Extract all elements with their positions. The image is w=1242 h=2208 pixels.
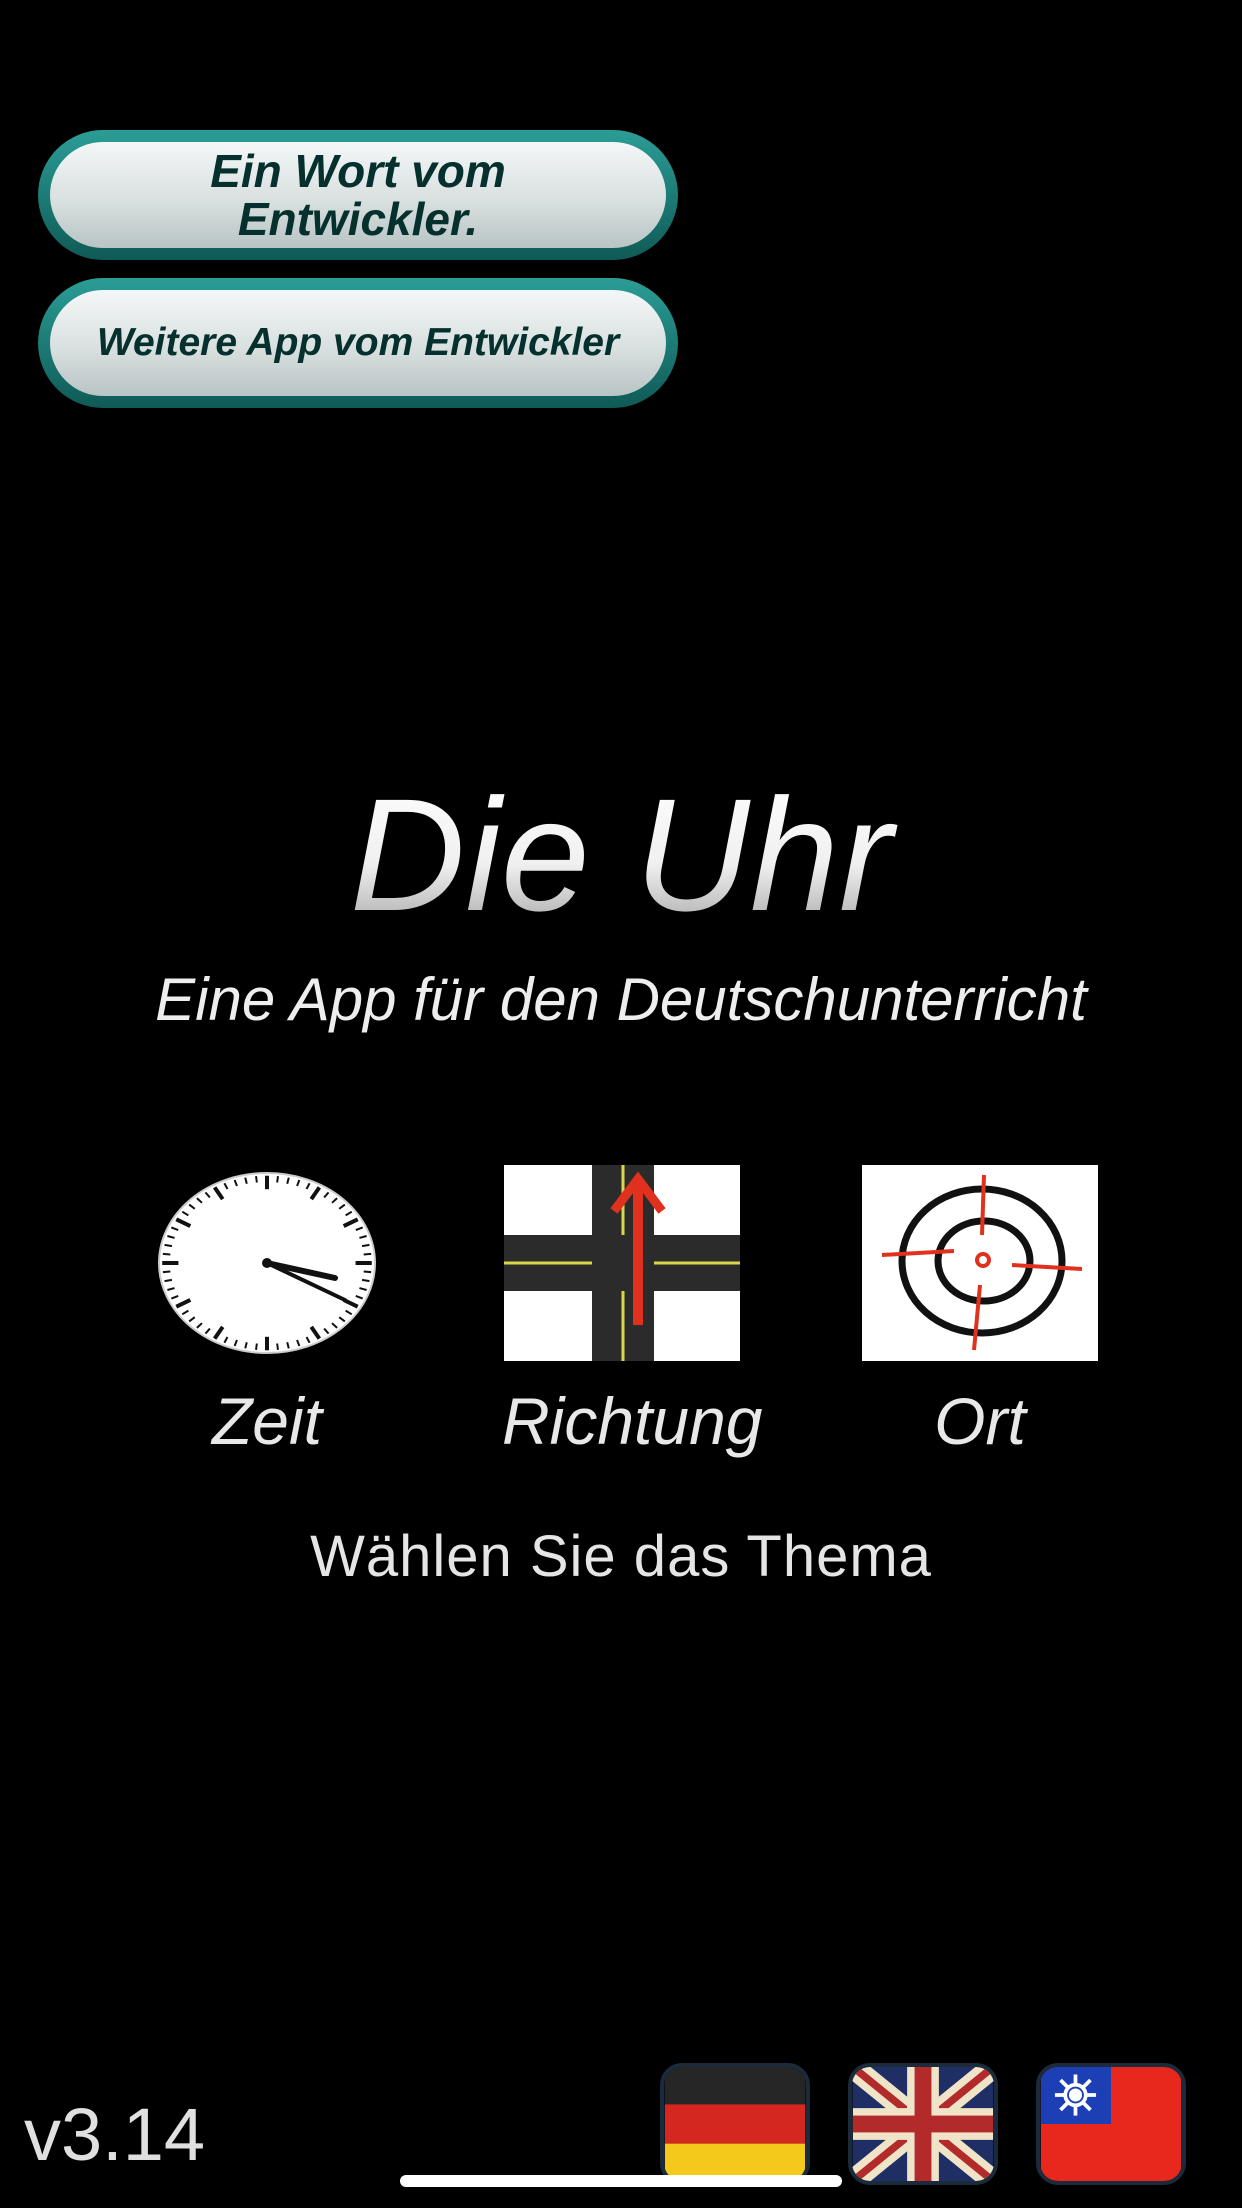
language-chinese-button[interactable] xyxy=(1036,2063,1186,2185)
topic-direction-label: Richtung xyxy=(502,1384,763,1458)
clock-tick xyxy=(164,1278,173,1283)
language-german-button[interactable] xyxy=(660,2063,810,2185)
topic-place-label: Ort xyxy=(934,1384,1026,1458)
crossroad-icon xyxy=(504,1165,740,1361)
clock-icon xyxy=(149,1165,385,1361)
clock-tick xyxy=(255,1343,258,1350)
flag-uk-icon xyxy=(852,2067,994,2181)
developer-word-label-line1: Ein Wort vom xyxy=(210,145,506,197)
more-apps-label: Weitere App vom Entwickler xyxy=(50,290,666,396)
developer-word-label-line2: Entwickler. xyxy=(237,193,479,245)
clock-tick xyxy=(164,1243,173,1248)
clock-tick xyxy=(363,1252,372,1256)
topic-place-button[interactable]: Ort xyxy=(860,1165,1100,1459)
version-label: v3.14 xyxy=(24,2093,206,2176)
target-icon xyxy=(862,1165,1098,1361)
flag-taiwan-icon xyxy=(1040,2067,1182,2181)
developer-word-button[interactable]: Ein Wort vom Entwickler. xyxy=(38,130,678,260)
home-indicator[interactable] xyxy=(400,2175,842,2187)
topic-direction-button[interactable]: Richtung xyxy=(502,1165,763,1459)
clock-tick xyxy=(276,1343,279,1350)
language-english-button[interactable] xyxy=(848,2063,998,2185)
choose-topic-prompt: Wählen Sie das Thema xyxy=(310,1524,932,1589)
clock-tick xyxy=(361,1243,370,1248)
clock-tick xyxy=(363,1270,372,1274)
flag-germany-icon xyxy=(664,2067,806,2181)
clock-tick xyxy=(276,1176,279,1183)
topic-time-button[interactable]: Zeit xyxy=(147,1165,387,1459)
app-title: Die Uhr xyxy=(0,765,1242,945)
app-subtitle: Eine App für den Deutschunterricht xyxy=(155,966,1087,1033)
clock-tick xyxy=(162,1252,171,1256)
clock-tick xyxy=(255,1176,258,1183)
clock-tick xyxy=(162,1270,171,1274)
more-apps-button[interactable]: Weitere App vom Entwickler xyxy=(38,278,678,408)
clock-tick xyxy=(361,1278,370,1283)
topic-time-label: Zeit xyxy=(211,1384,323,1458)
